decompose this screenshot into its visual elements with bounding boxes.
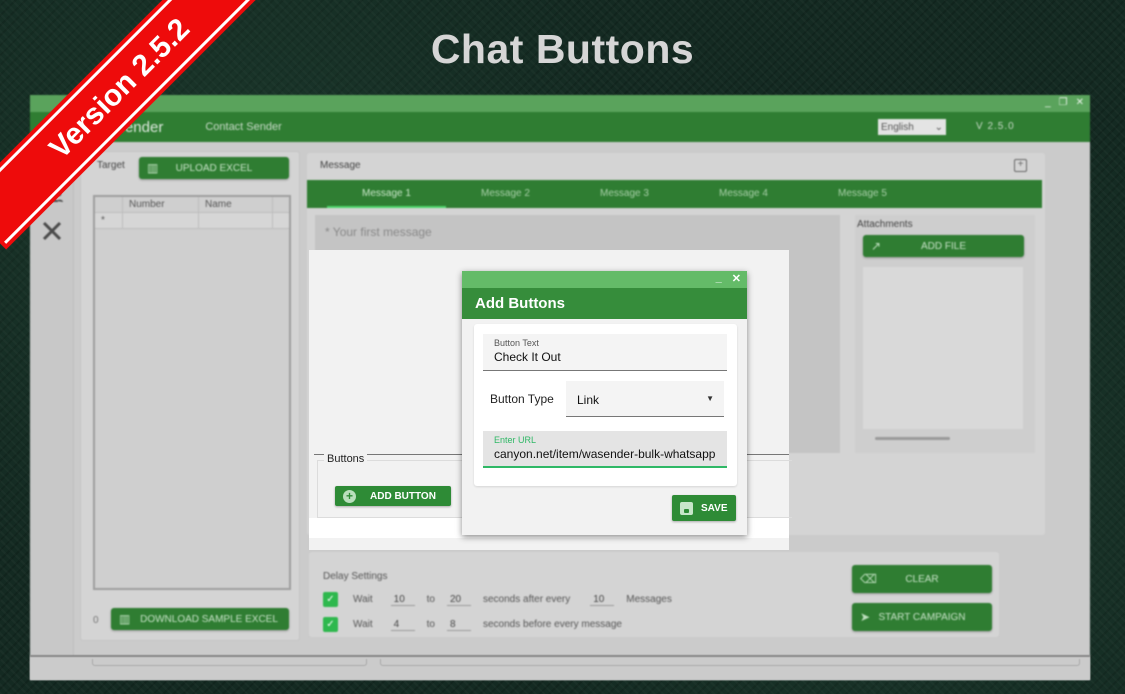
target-label: Target <box>97 160 125 171</box>
buttons-label: Buttons <box>324 453 368 465</box>
to-label: to <box>426 594 435 605</box>
add-file-button[interactable]: ↗ ADD FILE <box>863 235 1024 257</box>
sidebar <box>30 142 74 680</box>
start-campaign-label: START CAMPAIGN <box>878 611 966 623</box>
contacts-grid[interactable]: Number Name * <box>93 195 291 590</box>
start-campaign-button[interactable]: ➤ START CAMPAIGN <box>852 603 992 631</box>
button-type-select[interactable]: Link ▼ <box>566 381 724 417</box>
attachments-scrollbar[interactable] <box>875 437 950 440</box>
target-panel: Target ▥ UPLOAD EXCEL Number Name * 0 ▥ … <box>80 151 300 641</box>
url-label: Enter URL <box>494 435 537 445</box>
app-version: V 2.5.0 <box>976 121 1015 132</box>
seconds-before-label: seconds before every message <box>482 619 622 630</box>
message-placeholder: * Your first message <box>325 225 432 239</box>
restore-icon[interactable]: ❐ <box>1059 97 1068 108</box>
clear-button[interactable]: ⌫ CLEAR <box>852 565 992 593</box>
delay-after-checkbox[interactable]: ✓ <box>323 592 338 607</box>
excel-icon: ▥ <box>147 161 159 175</box>
button-text-field[interactable]: Button Text Check It Out <box>483 334 727 371</box>
wait-label: Wait <box>353 594 373 605</box>
add-file-label: ADD FILE <box>920 240 966 252</box>
tab-message-5[interactable]: Message 5 <box>803 180 922 208</box>
language-value: English <box>881 121 914 133</box>
dialog-close-icon[interactable]: ✕ <box>732 272 741 285</box>
attachments-list[interactable] <box>863 267 1023 429</box>
add-message-tab-icon[interactable]: + <box>1014 159 1027 172</box>
excel-icon: ▥ <box>119 612 131 626</box>
download-sample-excel-button[interactable]: ▥ DOWNLOAD SAMPLE EXCEL <box>111 608 289 630</box>
delay-after-to-input[interactable]: 20 <box>446 594 471 606</box>
button-text-value: Check It Out <box>494 350 561 364</box>
tab-message-1[interactable]: Message 1 <box>327 180 446 208</box>
column-name[interactable]: Name <box>199 197 273 212</box>
dialog-titlebar: _ ✕ <box>462 271 747 288</box>
delay-after-from-input[interactable]: 10 <box>390 594 415 606</box>
tools-icon[interactable] <box>40 220 64 244</box>
upload-excel-button[interactable]: ▥ UPLOAD EXCEL <box>139 157 289 179</box>
messages-label: Messages <box>626 594 672 605</box>
delay-settings-title: Delay Settings <box>323 571 388 582</box>
tab-message-2[interactable]: Message 2 <box>446 180 565 208</box>
download-sample-label: DOWNLOAD SAMPLE EXCEL <box>140 613 278 625</box>
delay-settings-panel: Delay Settings ✓ Wait 10 to 20 seconds a… <box>309 552 999 637</box>
url-value: canyon.net/item/wasender-bulk-whatsapp <box>494 447 716 461</box>
nav-contact-sender[interactable]: Contact Sender <box>205 121 281 133</box>
wait-label: Wait <box>353 619 373 630</box>
url-field[interactable]: Enter URL canyon.net/item/wasender-bulk-… <box>483 431 727 468</box>
tab-message-3[interactable]: Message 3 <box>565 180 684 208</box>
status-bar <box>30 655 1090 680</box>
new-row-marker: * <box>95 213 123 228</box>
chevron-down-icon: ⌄ <box>934 121 943 133</box>
save-label: SAVE <box>701 502 728 514</box>
delay-before-to-input[interactable]: 8 <box>446 619 471 631</box>
add-buttons-dialog: _ ✕ Add Buttons Button Text Check It Out… <box>462 271 747 535</box>
button-type-label: Button Type <box>490 392 554 406</box>
status-section <box>380 659 1080 666</box>
attachments-label: Attachments <box>857 219 913 230</box>
close-icon[interactable]: ✕ <box>1076 97 1084 108</box>
save-button[interactable]: SAVE <box>672 495 736 521</box>
window-titlebar: _ ❐ ✕ <box>30 95 1090 112</box>
to-label: to <box>426 619 435 630</box>
external-link-icon: ↗ <box>871 239 882 253</box>
eraser-icon: ⌫ <box>860 572 877 586</box>
add-button-label: ADD BUTTON <box>370 490 436 502</box>
attachments-panel: Attachments ↗ ADD FILE <box>855 215 1035 453</box>
dialog-title: Add Buttons <box>462 288 747 319</box>
app-header: WA Sender Contact Sender English ⌄ V 2.5… <box>30 112 1090 142</box>
message-label: Message <box>320 160 361 171</box>
grid-cell[interactable] <box>123 213 199 228</box>
delay-before-from-input[interactable]: 4 <box>390 619 415 631</box>
delay-row-after: ✓ Wait 10 to 20 seconds after every 10 M… <box>323 592 672 607</box>
status-section <box>92 659 367 666</box>
message-count-input[interactable]: 10 <box>590 594 615 606</box>
column-number[interactable]: Number <box>123 197 199 212</box>
language-select[interactable]: English ⌄ <box>878 119 946 135</box>
caret-down-icon: ▼ <box>706 394 714 403</box>
minimize-icon[interactable]: _ <box>1045 97 1051 108</box>
grid-cell[interactable] <box>199 213 273 228</box>
seconds-after-label: seconds after every <box>482 594 571 605</box>
message-tabs: Message 1 Message 2 Message 3 Message 4 … <box>307 180 1042 208</box>
dialog-minimize-icon[interactable]: _ <box>716 272 722 285</box>
delay-before-checkbox[interactable]: ✓ <box>323 617 338 632</box>
button-type-value: Link <box>577 393 600 407</box>
upload-excel-label: UPLOAD EXCEL <box>175 162 253 174</box>
tab-message-4[interactable]: Message 4 <box>684 180 803 208</box>
floppy-disk-icon <box>680 501 693 515</box>
delay-row-before: ✓ Wait 4 to 8 seconds before every messa… <box>323 617 622 632</box>
contact-count: 0 <box>93 615 99 626</box>
dialog-form: Button Text Check It Out Button Type Lin… <box>474 324 737 486</box>
plus-circle-icon: + <box>343 489 356 503</box>
clear-label: CLEAR <box>905 573 939 585</box>
button-text-label: Button Text <box>494 338 539 348</box>
send-icon: ➤ <box>860 610 871 624</box>
add-button-button[interactable]: + ADD BUTTON <box>335 486 451 506</box>
